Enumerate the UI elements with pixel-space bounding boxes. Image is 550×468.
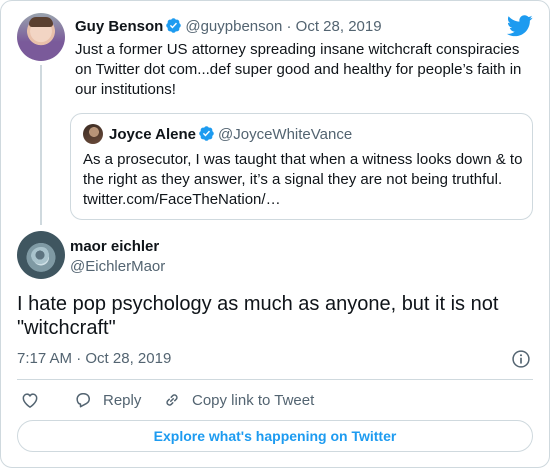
quoted-author-name: Joyce Alene [109, 126, 196, 143]
heart-icon [22, 393, 38, 408]
author-name[interactable]: maor eichler [70, 237, 159, 257]
copy-link-button[interactable]: Copy link to Tweet [162, 389, 314, 411]
author-name[interactable]: Guy Benson [75, 18, 163, 35]
timestamp-separator: · [76, 350, 82, 367]
reply-button[interactable]: Reply [73, 389, 141, 411]
avatar[interactable] [83, 124, 103, 144]
tweet-embed-card: Guy Benson @guypbenson · Oct 28, 2019 Jus… [0, 0, 550, 468]
tweet-timestamp[interactable]: 7:17 AM · Oct 28, 2019 [17, 349, 171, 369]
tweet-text: I hate pop psychology as much as anyone,… [17, 293, 499, 339]
quoted-tweet[interactable]: Joyce Alene @JoyceWhiteVance As a prosecu… [70, 113, 533, 220]
tweet-date[interactable]: Oct 28, 2019 [296, 18, 382, 35]
author-handle[interactable]: @guypbenson [185, 18, 282, 35]
verified-badge-icon [166, 18, 182, 33]
link-icon [166, 394, 178, 406]
reply-label: Reply [103, 391, 142, 409]
header-separator: · [286, 18, 292, 35]
avatar[interactable] [17, 13, 65, 61]
twitter-bird-icon[interactable] [507, 15, 533, 37]
copy-link-label: Copy link to Tweet [192, 391, 315, 409]
quoted-tweet-text: As a prosecutor, I was taught that when … [83, 151, 523, 208]
parent-tweet-header: Guy Benson @guypbenson · Oct 28, 2019 [75, 17, 382, 37]
explore-twitter-button[interactable]: Explore what's happening on Twitter [17, 420, 533, 452]
info-icon[interactable] [511, 349, 531, 369]
divider [17, 379, 533, 380]
avatar[interactable] [17, 231, 65, 279]
tweet-time[interactable]: 7:17 AM [17, 350, 72, 367]
thread-connector [40, 65, 42, 225]
reply-icon [76, 393, 90, 408]
quoted-author-handle: @JoyceWhiteVance [218, 126, 353, 143]
author-handle[interactable]: @EichlerMaor [70, 257, 165, 277]
tweet-text: Just a former US attorney spreading insa… [75, 41, 522, 98]
verified-badge-icon [199, 126, 214, 141]
like-button[interactable] [20, 389, 40, 411]
tweet-date[interactable]: Oct 28, 2019 [85, 350, 171, 367]
quoted-tweet-header: Joyce Alene @JoyceWhiteVance [109, 125, 352, 145]
